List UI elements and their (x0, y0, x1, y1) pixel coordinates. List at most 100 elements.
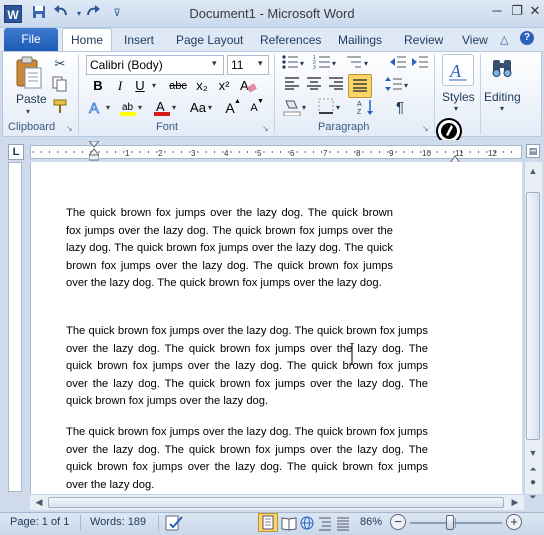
paragraph-launcher-icon[interactable]: ↘ (422, 124, 429, 133)
line-spacing-dropdown-icon[interactable]: ▾ (404, 81, 408, 90)
browse-object-icon[interactable]: ● (526, 476, 540, 490)
font-launcher-icon[interactable]: ↘ (262, 124, 269, 133)
text-effects-button[interactable]: A (86, 98, 106, 118)
bold-button[interactable]: B (88, 76, 108, 96)
underline-dropdown-icon[interactable]: ▾ (152, 81, 156, 90)
highlight-dropdown-icon[interactable]: ▾ (138, 103, 142, 112)
document-paragraph[interactable]: The quick brown fox jumps over the lazy … (66, 424, 428, 494)
multilevel-dropdown-icon[interactable]: ▾ (364, 59, 368, 68)
tab-mailings[interactable]: Mailings (338, 33, 382, 47)
italic-button[interactable]: I (110, 76, 130, 96)
change-case-dropdown-icon[interactable]: ▾ (208, 103, 212, 112)
document-paragraph[interactable]: The quick brown fox jumps over the lazy … (66, 323, 428, 411)
styles-icon[interactable]: A (442, 54, 474, 86)
ruler-number: 12 (488, 149, 497, 158)
styles-button-label[interactable]: Styles (442, 90, 475, 104)
outline-view-icon[interactable] (316, 514, 334, 532)
strikethrough-button[interactable]: abc (166, 76, 190, 96)
previous-page-icon[interactable]: ⏶ (526, 462, 540, 476)
font-family-select[interactable]: Calibri (Body) (86, 55, 224, 75)
horizontal-scroll-thumb[interactable] (48, 497, 504, 508)
tab-selector[interactable]: L (8, 144, 24, 160)
highlight-color-button[interactable]: ab (118, 98, 138, 118)
change-case-button[interactable]: Aa (186, 98, 210, 118)
superscript-button[interactable]: x² (214, 76, 234, 96)
close-icon[interactable]: ✕ (524, 4, 544, 20)
draft-view-icon[interactable] (334, 514, 352, 532)
minimize-icon[interactable]: ─ (486, 4, 508, 20)
web-layout-icon[interactable] (298, 514, 316, 532)
full-screen-reading-icon[interactable] (280, 514, 298, 532)
binoculars-icon[interactable] (488, 54, 516, 84)
tab-view[interactable]: View (462, 33, 488, 47)
svg-text:A: A (240, 78, 249, 93)
font-size-dropdown-icon[interactable]: ▾ (258, 58, 263, 69)
numbering-dropdown-icon[interactable]: ▾ (332, 59, 336, 68)
clipboard-launcher-icon[interactable]: ↘ (66, 124, 73, 133)
copy-icon[interactable] (50, 76, 70, 96)
decrease-indent-icon[interactable] (388, 54, 408, 74)
styles-dropdown-icon[interactable]: ▾ (454, 104, 458, 113)
shading-dropdown-icon[interactable]: ▾ (302, 103, 306, 112)
font-family-dropdown-icon[interactable]: ▾ (212, 58, 217, 69)
scroll-up-icon[interactable]: ▲ (526, 164, 540, 178)
align-right-icon[interactable] (326, 76, 346, 96)
cut-icon[interactable]: ✂ (50, 54, 70, 74)
show-formatting-marks-icon[interactable]: ¶ (390, 98, 410, 118)
tab-references[interactable]: References (260, 33, 321, 47)
align-center-icon[interactable] (304, 76, 324, 96)
increase-indent-icon[interactable] (410, 54, 430, 74)
vertical-ruler[interactable] (8, 162, 22, 492)
line-spacing-icon[interactable] (384, 76, 404, 96)
scroll-down-icon[interactable]: ▼ (526, 446, 540, 460)
borders-icon[interactable] (316, 98, 336, 118)
paste-icon[interactable] (14, 56, 44, 90)
text-effects-dropdown-icon[interactable]: ▾ (106, 103, 110, 112)
tab-home[interactable]: Home (62, 28, 112, 52)
scroll-left-icon[interactable]: ◀ (32, 495, 46, 509)
right-indent-marker[interactable] (449, 152, 461, 164)
multilevel-list-icon[interactable] (344, 54, 364, 74)
borders-dropdown-icon[interactable]: ▾ (336, 103, 340, 112)
zoom-slider-track[interactable] (410, 522, 502, 524)
page-count-status[interactable]: Page: 1 of 1 (10, 516, 69, 528)
format-painter-icon[interactable] (50, 98, 70, 118)
tab-file[interactable]: File (4, 28, 58, 51)
group-divider (78, 54, 79, 134)
subscript-button[interactable]: x₂ (192, 76, 212, 96)
paste-button-label[interactable]: Paste (16, 92, 47, 106)
sort-icon[interactable]: AZ (356, 98, 376, 118)
bullets-icon[interactable] (280, 54, 300, 74)
tab-insert[interactable]: Insert (124, 33, 154, 47)
minimize-ribbon-icon[interactable]: △ (500, 33, 508, 46)
next-page-icon[interactable]: ⏷ (526, 490, 540, 504)
vertical-scroll-thumb[interactable] (526, 192, 540, 440)
horizontal-ruler[interactable]: 1 2 3 4 5 6 7 8 9 10 11 12 (30, 145, 522, 159)
view-ruler-icon[interactable]: ▤ (526, 144, 540, 158)
paste-dropdown-icon[interactable]: ▾ (26, 107, 30, 116)
document-paragraph[interactable]: The quick brown fox jumps over the lazy … (66, 205, 393, 293)
scroll-right-icon[interactable]: ▶ (508, 495, 522, 509)
justify-icon[interactable] (348, 74, 372, 98)
numbering-icon[interactable]: 123 (312, 54, 332, 74)
print-layout-view-icon[interactable] (258, 513, 278, 532)
underline-button[interactable]: U (130, 76, 150, 96)
word-count-status[interactable]: Words: 189 (90, 516, 146, 528)
tab-page-layout[interactable]: Page Layout (176, 33, 243, 47)
bullets-dropdown-icon[interactable]: ▾ (300, 59, 304, 68)
zoom-level[interactable]: 86% (360, 516, 382, 528)
clear-formatting-button[interactable]: A (238, 76, 258, 96)
zoom-out-icon[interactable]: − (390, 514, 406, 530)
editing-button-label[interactable]: Editing (484, 90, 521, 104)
align-left-icon[interactable] (282, 76, 302, 96)
proofing-icon[interactable] (164, 514, 184, 532)
font-color-button[interactable]: A (152, 98, 172, 118)
help-icon[interactable]: ? (520, 31, 534, 45)
indent-marker[interactable] (87, 140, 101, 161)
zoom-in-icon[interactable]: + (506, 514, 522, 530)
font-color-dropdown-icon[interactable]: ▾ (172, 103, 176, 112)
shading-icon[interactable] (282, 98, 302, 118)
zoom-slider-thumb[interactable] (445, 515, 454, 530)
editing-dropdown-icon[interactable]: ▾ (500, 104, 504, 113)
tab-review[interactable]: Review (404, 33, 443, 47)
